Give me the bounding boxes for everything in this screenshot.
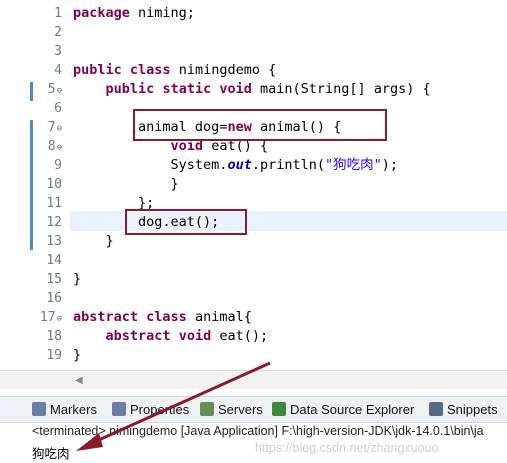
line-number: 1: [54, 6, 62, 21]
watermark: https://blog.csdn.net/zhangxuouo: [255, 441, 439, 455]
line-number: 18: [46, 329, 62, 344]
line-number: 19: [46, 348, 62, 363]
line-number: 6: [54, 101, 62, 116]
code-line[interactable]: abstract void eat();: [73, 327, 269, 346]
console-output: 狗吃肉: [32, 446, 70, 461]
annotation-box-call: [125, 209, 247, 235]
code-line[interactable]: public static void main(String[] args) {: [73, 80, 431, 99]
line-number: 9: [54, 158, 62, 173]
tab-label: Snippets: [447, 402, 498, 417]
line-number: 4: [54, 63, 62, 78]
horizontal-scrollbar[interactable]: ◀: [0, 370, 507, 389]
fold-toggle-icon[interactable]: ⊖: [57, 86, 62, 96]
line-number: 10: [46, 177, 62, 192]
line-number: 13: [46, 234, 62, 249]
tab-label: Data Source Explorer: [290, 402, 415, 417]
code-line[interactable]: System.out.println("狗吃肉");: [73, 156, 398, 175]
code-line[interactable]: }: [73, 270, 81, 289]
servers-icon: [200, 402, 214, 416]
line-number: 7⊖: [47, 120, 62, 135]
markers-icon: [32, 402, 46, 416]
line-number: 2: [54, 25, 62, 40]
line-number: 16: [46, 291, 62, 306]
code-line[interactable]: package niming;: [73, 4, 195, 23]
annotation-box-declaration: [133, 109, 387, 141]
tab-data-source-explorer[interactable]: Data Source Explorer: [272, 401, 414, 419]
bottom-panel-tabs: Markers Properties Servers Data Source Expl…: [0, 396, 507, 423]
snippets-icon: [429, 402, 443, 416]
properties-icon: [112, 402, 126, 416]
change-marker: [30, 120, 33, 250]
tab-label: Markers: [50, 402, 97, 417]
tab-markers[interactable]: Markers: [32, 401, 97, 419]
overview-ruler: [0, 0, 30, 395]
tab-properties[interactable]: Properties: [112, 401, 189, 419]
line-number: 5⊖: [47, 82, 62, 97]
line-number: 8⊖: [47, 139, 62, 154]
console-status: <terminated> nimingdemo [Java Applicatio…: [32, 424, 484, 438]
fold-toggle-icon[interactable]: ⊖: [57, 314, 62, 324]
code-editor[interactable]: 1 package niming; 2 3 4 public class nimingde…: [0, 0, 507, 395]
line-number: 12: [46, 215, 62, 230]
line-number: 17⊖: [39, 310, 62, 325]
code-line[interactable]: abstract class animal{: [73, 308, 252, 327]
line-number: 14: [46, 253, 62, 268]
line-number: 11: [46, 196, 62, 211]
code-line[interactable]: }: [73, 175, 179, 194]
tab-label: Properties: [130, 402, 190, 417]
fold-toggle-icon[interactable]: ⊖: [57, 143, 62, 153]
tab-label: Servers: [218, 402, 263, 417]
change-marker: [30, 82, 33, 101]
code-line[interactable]: }: [73, 232, 114, 251]
fold-toggle-icon[interactable]: ⊖: [57, 124, 62, 134]
data-source-icon: [272, 402, 286, 416]
tab-servers[interactable]: Servers: [200, 401, 263, 419]
code-line[interactable]: public class nimingdemo {: [73, 61, 276, 80]
line-number: 15: [46, 272, 62, 287]
scroll-left-icon[interactable]: ◀: [75, 375, 83, 386]
code-line[interactable]: }: [73, 346, 81, 365]
line-number: 3: [54, 44, 62, 59]
tab-snippets[interactable]: Snippets: [429, 401, 498, 419]
